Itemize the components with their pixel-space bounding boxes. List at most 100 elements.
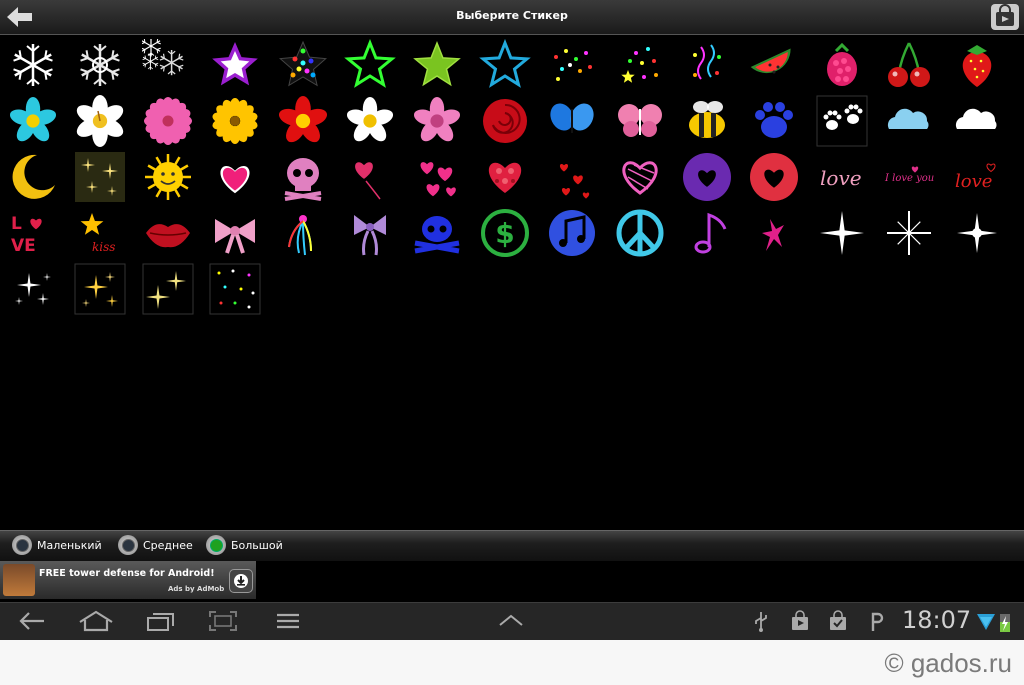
sticker-sunflower[interactable] bbox=[208, 94, 262, 148]
sticker-love-script-pink[interactable]: love bbox=[815, 150, 869, 204]
sticker-paws-white[interactable] bbox=[815, 94, 869, 148]
size-option-large[interactable]: Большой bbox=[206, 535, 283, 555]
sticker-bee[interactable] bbox=[680, 94, 734, 148]
sticker-skull-pink[interactable] bbox=[276, 150, 330, 204]
hearts-pink-icon bbox=[420, 162, 457, 197]
sticker-confetti-streamers[interactable] bbox=[680, 38, 734, 92]
chevron-up-icon[interactable] bbox=[498, 610, 524, 632]
sticker-flower-pink[interactable] bbox=[410, 94, 464, 148]
sticker-star-outline-green[interactable] bbox=[343, 38, 397, 92]
sticker-sparkle-star[interactable] bbox=[950, 206, 1004, 260]
sticker-sun-face[interactable] bbox=[141, 150, 195, 204]
love-block-icon: LVE bbox=[11, 214, 42, 256]
sticker-flower-white[interactable] bbox=[343, 94, 397, 148]
nav-back-icon[interactable] bbox=[18, 610, 46, 632]
sparkle-burst-icon bbox=[887, 211, 932, 255]
radio-medium[interactable] bbox=[118, 535, 138, 555]
sticker-snowflake-lace[interactable] bbox=[73, 38, 127, 92]
hearts-small-red-icon bbox=[560, 163, 590, 199]
sticker-cloud-white[interactable] bbox=[950, 94, 1004, 148]
ad-banner[interactable]: FREE tower defense for Android! Ads by A… bbox=[0, 561, 256, 599]
sticker-paw-blue[interactable] bbox=[747, 94, 801, 148]
heart-circle-red-icon bbox=[750, 153, 799, 201]
hibiscus-red-icon bbox=[278, 96, 327, 143]
love-script-pink-icon: love bbox=[820, 166, 862, 190]
sticker-star-scribble-green[interactable] bbox=[410, 38, 464, 92]
sticker-snowflakes-small[interactable] bbox=[141, 38, 195, 92]
sticker-butterfly-blue[interactable] bbox=[545, 94, 599, 148]
nav-recent-apps-icon[interactable] bbox=[146, 610, 176, 632]
sticker-star-glow-purple[interactable] bbox=[208, 38, 262, 92]
sticker-love-block[interactable]: L VE bbox=[6, 206, 60, 260]
nav-menu-icon[interactable] bbox=[275, 610, 301, 632]
ad-download-button[interactable] bbox=[229, 569, 253, 593]
svg-text:L: L bbox=[11, 214, 22, 234]
sticker-sparkles-gold[interactable] bbox=[73, 262, 127, 316]
sticker-bow-pink[interactable] bbox=[208, 206, 262, 260]
sticker-daisy-pink[interactable] bbox=[141, 94, 195, 148]
sticker-lily-white[interactable] bbox=[73, 94, 127, 148]
ad-attribution: Ads by AdMob bbox=[168, 585, 225, 593]
sticker-confetti-stars-2[interactable] bbox=[613, 38, 667, 92]
music-note-purple-icon bbox=[694, 212, 727, 254]
sticker-splash-magenta[interactable] bbox=[747, 206, 801, 260]
sticker-hearts-small-red[interactable] bbox=[545, 150, 599, 204]
sticker-ribbon-streamers[interactable] bbox=[276, 206, 330, 260]
sticker-sparkles-dots[interactable] bbox=[208, 262, 262, 316]
sticker-star-confetti[interactable] bbox=[276, 38, 330, 92]
sticker-music-note-circle[interactable] bbox=[545, 206, 599, 260]
sticker-flower-cyan[interactable] bbox=[6, 94, 60, 148]
nav-screenshot-icon[interactable] bbox=[208, 610, 238, 632]
sticker-watermelon[interactable] bbox=[747, 38, 801, 92]
paw-blue-icon bbox=[755, 102, 794, 138]
sticker-heart-circle-red[interactable] bbox=[747, 150, 801, 204]
sticker-sparkle-white[interactable] bbox=[815, 206, 869, 260]
bow-pink-icon bbox=[215, 219, 256, 254]
sticker-skull-blue[interactable] bbox=[410, 206, 464, 260]
size-option-medium[interactable]: Среднее bbox=[118, 535, 193, 555]
sticker-i-love-you[interactable]: I love you bbox=[882, 150, 936, 204]
sticker-dollar-circle[interactable]: $ bbox=[478, 206, 532, 260]
sticker-raspberry[interactable] bbox=[815, 38, 869, 92]
sticker-love-script-red[interactable]: love bbox=[950, 150, 1004, 204]
shop-button[interactable] bbox=[990, 3, 1020, 31]
confetti-stars-icon bbox=[554, 49, 593, 81]
sticker-lips[interactable] bbox=[141, 206, 195, 260]
size-label-large: Большой bbox=[231, 538, 283, 552]
sticker-heart-mosaic[interactable] bbox=[478, 150, 532, 204]
sticker-bow-purple[interactable] bbox=[343, 206, 397, 260]
sticker-hibiscus-red[interactable] bbox=[276, 94, 330, 148]
sticker-hearts-pink[interactable] bbox=[410, 150, 464, 204]
sticker-star-scribble-cyan[interactable] bbox=[478, 38, 532, 92]
sticker-peace-sign[interactable] bbox=[613, 206, 667, 260]
sticker-sparkle-burst[interactable] bbox=[882, 206, 936, 260]
sticker-sparkles-white[interactable] bbox=[6, 262, 60, 316]
sticker-confetti-stars[interactable] bbox=[545, 38, 599, 92]
sticker-snowflake-white[interactable] bbox=[6, 38, 60, 92]
bee-icon bbox=[689, 101, 725, 138]
sticker-butterfly-pink[interactable] bbox=[613, 94, 667, 148]
radio-small[interactable] bbox=[12, 535, 32, 555]
sticker-moon[interactable] bbox=[6, 150, 60, 204]
nav-home-icon[interactable] bbox=[78, 610, 114, 632]
snowflake-lace-icon bbox=[80, 44, 121, 86]
sticker-cherries[interactable] bbox=[882, 38, 936, 92]
sticker-stars-sparkle[interactable] bbox=[73, 150, 127, 204]
sticker-music-note-purple[interactable] bbox=[680, 206, 734, 260]
sticker-star-kiss[interactable]: kiss bbox=[73, 206, 127, 260]
lips-icon bbox=[145, 224, 190, 248]
download-complete-icon bbox=[830, 610, 846, 630]
sticker-heart-balloon[interactable] bbox=[343, 150, 397, 204]
strawberry-icon bbox=[962, 45, 991, 87]
star-scribble-cyan-icon bbox=[479, 39, 531, 88]
sticker-sparkles-yellow[interactable] bbox=[141, 262, 195, 316]
paws-white-icon bbox=[816, 95, 868, 147]
sticker-rose-red[interactable] bbox=[478, 94, 532, 148]
sticker-strawberry[interactable] bbox=[950, 38, 1004, 92]
sticker-heart-circle-purple[interactable] bbox=[680, 150, 734, 204]
radio-large[interactable] bbox=[206, 535, 226, 555]
size-option-small[interactable]: Маленький bbox=[12, 535, 102, 555]
sticker-heart-scribble-pink[interactable] bbox=[613, 150, 667, 204]
sticker-heart-pink[interactable] bbox=[208, 150, 262, 204]
sticker-cloud-blue[interactable] bbox=[882, 94, 936, 148]
